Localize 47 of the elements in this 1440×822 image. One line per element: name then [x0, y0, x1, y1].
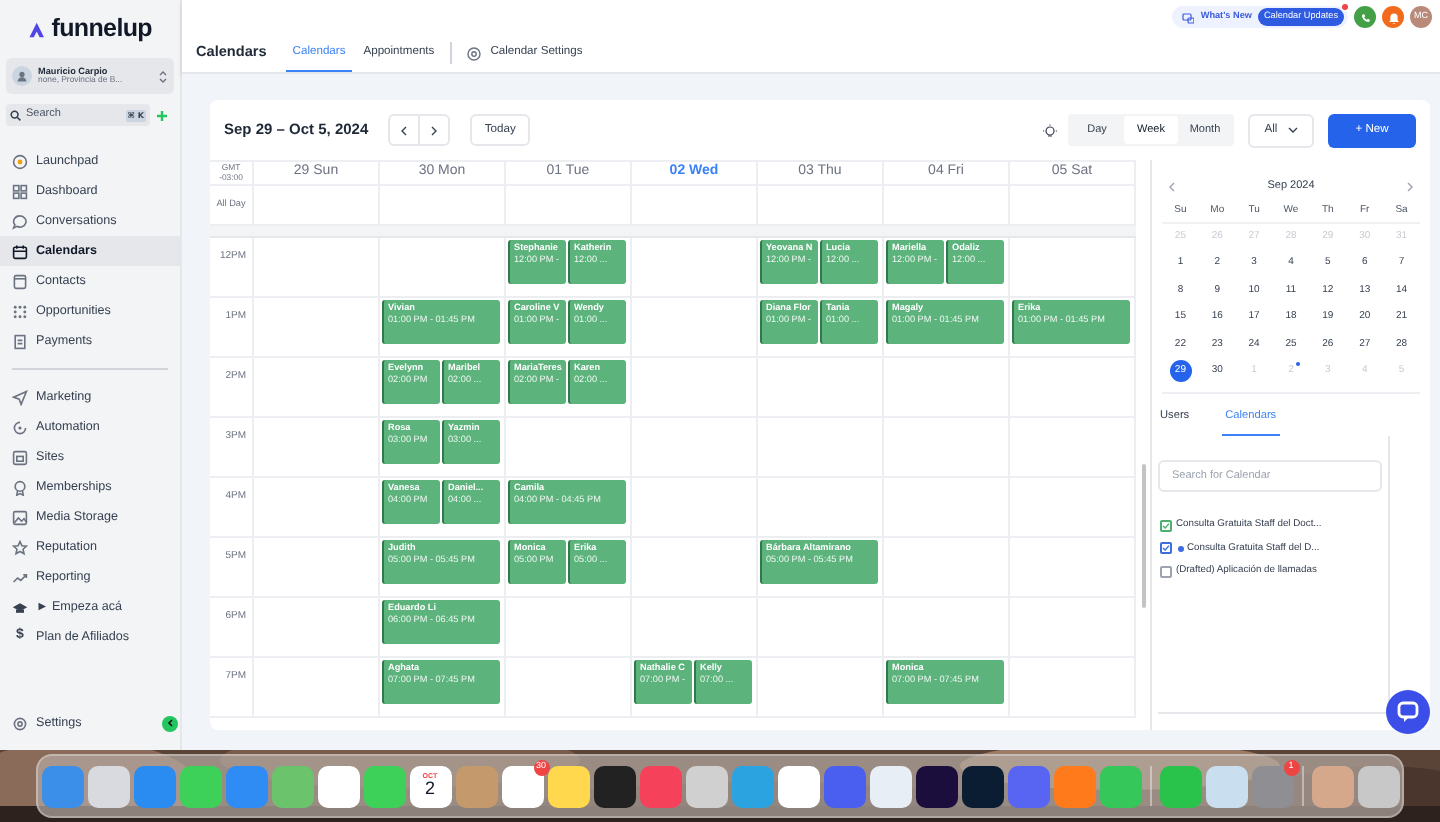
brand-name: funnelup: [51, 16, 152, 42]
app-icon[interactable]: [777, 765, 819, 807]
bell-icon: [1387, 11, 1399, 23]
image-icon: [12, 509, 28, 525]
contact-card-icon: [12, 273, 28, 289]
graduation-cap-icon: [12, 599, 28, 615]
notifications-button[interactable]: [1382, 6, 1404, 28]
checkbox[interactable]: [1160, 565, 1172, 578]
award-icon: [12, 479, 28, 495]
checkbox[interactable]: [1160, 542, 1172, 555]
calendar-icon: [12, 243, 28, 259]
settings-icon: [12, 715, 28, 731]
chevron-left-icon: [400, 125, 409, 135]
send-icon: [12, 389, 28, 405]
app-icon[interactable]: [317, 765, 359, 807]
chevron-right-icon: [430, 125, 439, 135]
collapse-button[interactable]: [162, 715, 178, 731]
search-icon: [10, 109, 22, 121]
logo-icon: [28, 17, 46, 41]
trend-icon: [12, 569, 28, 585]
app-icon[interactable]: [593, 765, 635, 807]
scrollbar-thumb[interactable]: [1141, 464, 1145, 608]
window-icon: [12, 449, 28, 465]
star-icon: [12, 539, 28, 555]
chevron-down-icon: [1287, 126, 1298, 134]
chevron-right-icon[interactable]: [1406, 181, 1414, 191]
target-icon: [12, 153, 28, 169]
app-icon[interactable]: [915, 765, 957, 807]
grid-icon: [12, 183, 28, 199]
app-icon[interactable]: [961, 765, 1003, 807]
lightbulb-icon: [1042, 123, 1058, 137]
phone-icon: [1359, 11, 1371, 23]
phone-button[interactable]: [1354, 6, 1376, 28]
receipt-icon: [12, 333, 28, 349]
chevron-left-icon: [166, 718, 174, 728]
calendar-date: 2: [424, 780, 435, 799]
settings-icon: [466, 45, 483, 61]
dots-icon: [12, 303, 28, 319]
chevron-left-icon[interactable]: [1168, 181, 1176, 191]
chevron-updown-icon: [158, 69, 168, 83]
person-icon: [16, 70, 28, 82]
cycle-icon: [12, 419, 28, 435]
checkbox[interactable]: [1160, 520, 1172, 533]
chat-icon: [1396, 700, 1420, 724]
plus-icon[interactable]: [156, 109, 168, 121]
app-icon[interactable]: [869, 765, 911, 807]
chat-bubble-icon: [12, 213, 28, 229]
